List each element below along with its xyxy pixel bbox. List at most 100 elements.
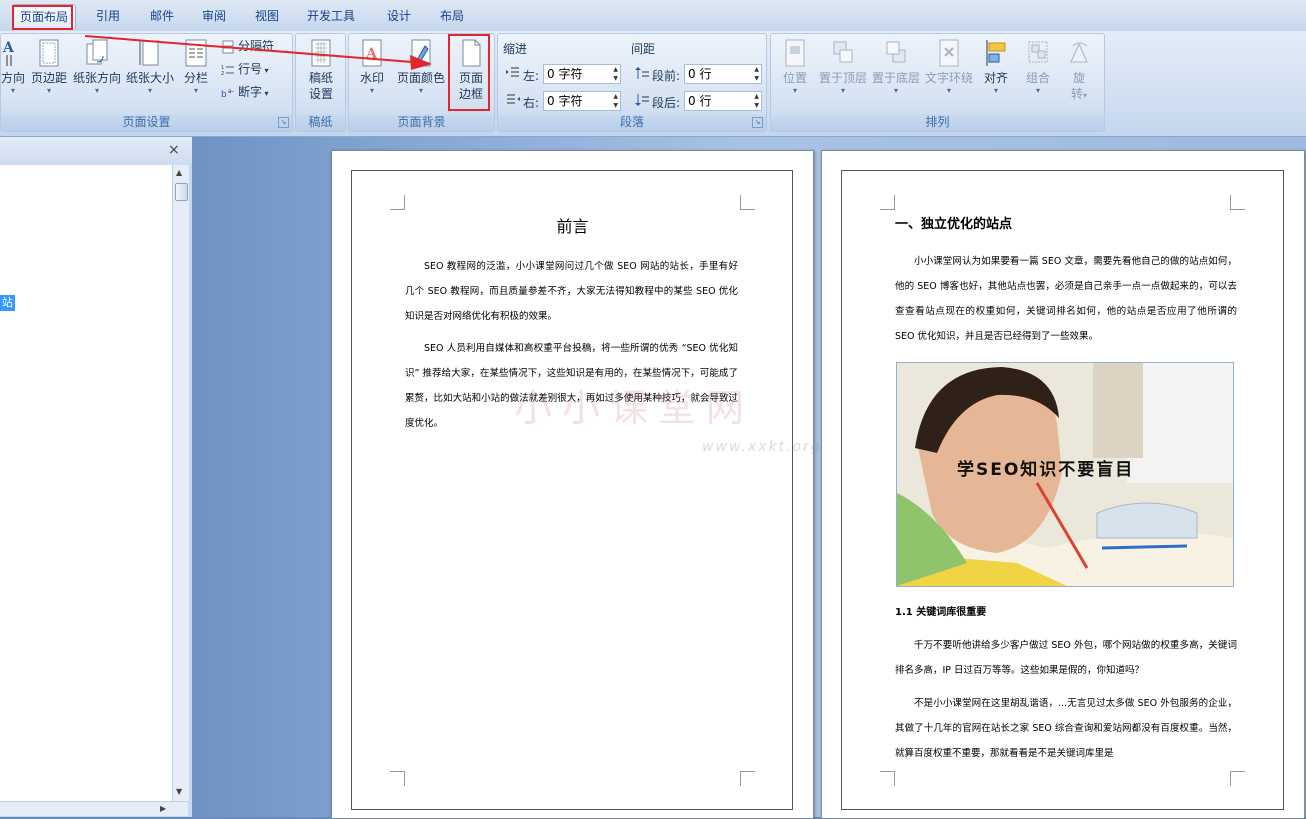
indent-right-value: 0 字符 bbox=[547, 94, 583, 108]
watermark-text: 小小课堂网 bbox=[514, 386, 755, 430]
text-direction-button[interactable]: A 方向 ▾ bbox=[0, 38, 27, 96]
group-page-setup: A 方向 ▾ 页边距 ▾ 纸张方向 ▾ 纸张大小 ▾ 分栏 ▾ 分隔符 1 2 … bbox=[0, 33, 293, 132]
group-label-page-setup: 页面设置 bbox=[1, 114, 292, 131]
group-label-manuscript: 稿纸 bbox=[296, 114, 345, 131]
orientation-label: 纸张方向 bbox=[72, 71, 121, 85]
dialog-launcher-icon[interactable]: ↘ bbox=[278, 117, 289, 128]
navigation-pane-header: × bbox=[0, 137, 192, 165]
orientation-button[interactable]: 纸张方向 ▾ bbox=[71, 38, 123, 96]
scroll-right-icon[interactable]: ▶ bbox=[160, 804, 166, 813]
close-icon[interactable]: × bbox=[168, 142, 180, 158]
spacing-before-input[interactable]: 0 行 ▲ ▼ bbox=[684, 64, 762, 84]
group-objects-button[interactable]: 组合 ▾ bbox=[1019, 38, 1057, 96]
indent-left-input[interactable]: 0 字符 ▲ ▼ bbox=[543, 64, 621, 84]
bring-to-front-button[interactable]: 置于顶层 ▾ bbox=[817, 38, 869, 96]
indent-left-label: 左: bbox=[523, 69, 540, 83]
spacing-after-input[interactable]: 0 行 ▲ ▼ bbox=[684, 91, 762, 111]
tab-page-layout[interactable]: 页面布局 bbox=[12, 4, 76, 29]
position-button[interactable]: 位置 ▾ bbox=[777, 38, 813, 96]
ribbon-tab-bar: 页面布局 引用 邮件 审阅 视图 开发工具 设计 布局 bbox=[0, 0, 1306, 32]
indent-right-label: 右: bbox=[523, 96, 540, 110]
scroll-up-icon[interactable]: ▲ bbox=[176, 168, 182, 177]
watermark-button[interactable]: A 水印 ▾ bbox=[355, 38, 389, 96]
group-objects-label: 组合 bbox=[1025, 71, 1050, 85]
line-numbers-icon: 12 bbox=[221, 65, 234, 77]
rotate-icon bbox=[1070, 42, 1088, 63]
spin-arrows-icon[interactable]: ▲ ▼ bbox=[754, 92, 759, 110]
page-color-icon bbox=[411, 39, 431, 67]
indent-right-input[interactable]: 0 字符 ▲ ▼ bbox=[543, 91, 621, 111]
spin-arrows-icon[interactable]: ▲ ▼ bbox=[613, 65, 618, 83]
columns-label: 分栏 bbox=[183, 71, 208, 85]
document-page-2[interactable]: 一、独立优化的站点 小小课堂网认为如果要看一篇 SEO 文章，需要先看他自己的做… bbox=[821, 150, 1305, 819]
svg-text:A: A bbox=[365, 46, 378, 62]
nav-horizontal-scrollbar[interactable]: ▶ bbox=[0, 801, 188, 816]
dialog-launcher-icon[interactable]: ↘ bbox=[752, 117, 763, 128]
breaks-button[interactable]: 分隔符 bbox=[221, 36, 274, 56]
group-manuscript: 稿纸 设置 稿纸 bbox=[295, 33, 346, 132]
hyphenation-button[interactable]: b a- 断字 ▾ bbox=[221, 82, 269, 102]
spin-arrows-icon[interactable]: ▲ ▼ bbox=[754, 65, 759, 83]
paper-size-icon bbox=[139, 40, 159, 66]
chevron-down-icon: ▾ bbox=[418, 86, 423, 95]
spacing-after-icon bbox=[635, 94, 649, 106]
margins-button[interactable]: 页边距 ▾ bbox=[29, 38, 69, 96]
text-wrap-icon bbox=[939, 39, 959, 67]
columns-button[interactable]: 分栏 ▾ bbox=[179, 38, 213, 96]
align-button[interactable]: 对齐 ▾ bbox=[979, 38, 1013, 96]
text-wrap-button[interactable]: 文字环绕 ▾ bbox=[923, 38, 975, 96]
page-border-button[interactable]: 页面 边框 bbox=[451, 38, 491, 102]
send-to-back-button[interactable]: 置于底层 ▾ bbox=[870, 38, 922, 96]
page-color-button[interactable]: 页面颜色 ▾ bbox=[395, 38, 447, 96]
paper-size-label: 纸张大小 bbox=[125, 71, 174, 85]
nav-selected-item[interactable]: 站 bbox=[0, 295, 15, 311]
line-numbers-label: 行号 bbox=[238, 62, 263, 76]
manuscript-label-2: 设置 bbox=[308, 87, 333, 101]
tab-mailings[interactable]: 邮件 bbox=[138, 4, 186, 28]
breaks-label: 分隔符 bbox=[238, 39, 275, 53]
scroll-down-icon[interactable]: ▼ bbox=[176, 787, 182, 796]
spacing-after-value: 0 行 bbox=[688, 94, 712, 108]
spacing-before-icon bbox=[635, 67, 649, 79]
tab-view[interactable]: 视图 bbox=[243, 4, 291, 28]
svg-text:A: A bbox=[2, 40, 15, 56]
manuscript-settings-button[interactable]: 稿纸 设置 bbox=[298, 38, 344, 102]
spacing-before-label: 段前: bbox=[652, 69, 681, 83]
indent-right-icon bbox=[507, 94, 520, 104]
paragraph: 千万不要听他讲给多少客户做过 SEO 外包，哪个网站做的权重多高，关键词排名多高… bbox=[895, 640, 1237, 676]
nav-vertical-scrollbar[interactable]: ▲ ▼ bbox=[172, 165, 189, 801]
section-heading: 一、独立优化的站点 bbox=[895, 217, 1013, 232]
position-label: 位置 bbox=[782, 71, 807, 85]
document-page-1[interactable]: 前言 SEO 教程网的泛滥，小小课堂网问过几个做 SEO 网站的站长，手里有好几… bbox=[331, 150, 820, 819]
chevron-down-icon: ▾ bbox=[193, 86, 198, 95]
line-numbers-button[interactable]: 1 2 行号 ▾ bbox=[221, 59, 269, 79]
paragraph: SEO 教程网的泛滥，小小课堂网问过几个做 SEO 网站的站长，手里有好几个 S… bbox=[405, 261, 738, 322]
crop-mark bbox=[740, 195, 755, 210]
group-paragraph: 缩进 间距 左: 0 字符 ▲ ▼ 右: 0 字符 ▲ ▼ 段前: 0 行 ▲ ▼ 段后: … bbox=[497, 33, 767, 132]
chevron-down-icon: ▾ bbox=[94, 86, 99, 95]
chevron-down-icon: ▾ bbox=[946, 86, 951, 95]
boy-studying-image[interactable]: 学SEO知识不要盲目 bbox=[896, 362, 1234, 587]
align-icon bbox=[986, 40, 1006, 66]
rotate-label-1: 旋 bbox=[1072, 71, 1085, 85]
scroll-thumb[interactable] bbox=[175, 183, 188, 201]
tab-developer[interactable]: 开发工具 bbox=[298, 4, 364, 28]
tab-design[interactable]: 设计 bbox=[376, 4, 422, 28]
tab-layout[interactable]: 布局 bbox=[428, 4, 476, 28]
tab-references[interactable]: 引用 bbox=[84, 4, 132, 28]
crop-mark bbox=[390, 195, 405, 210]
crop-mark bbox=[880, 771, 895, 786]
rotate-button[interactable]: 旋 转▾ bbox=[1061, 38, 1097, 104]
page-title: 前言 bbox=[556, 217, 589, 236]
spacing-before-value: 0 行 bbox=[688, 67, 712, 81]
send-to-back-label: 置于底层 bbox=[871, 71, 920, 85]
tab-review[interactable]: 审阅 bbox=[190, 4, 238, 28]
watermark-icon: A bbox=[362, 39, 382, 67]
columns-icon bbox=[185, 39, 207, 67]
chevron-down-icon: ▾ bbox=[840, 86, 845, 95]
paper-size-button[interactable]: 纸张大小 ▾ bbox=[125, 38, 175, 96]
spin-arrows-icon[interactable]: ▲ ▼ bbox=[613, 92, 618, 110]
paragraph: 不是小小课堂网在这里胡乱谐语，...无言见过太多做 SEO 外包服务的企业，其做… bbox=[895, 698, 1237, 759]
page-border-icon bbox=[462, 39, 481, 67]
ribbon: A 方向 ▾ 页边距 ▾ 纸张方向 ▾ 纸张大小 ▾ 分栏 ▾ 分隔符 1 2 … bbox=[0, 31, 1306, 137]
